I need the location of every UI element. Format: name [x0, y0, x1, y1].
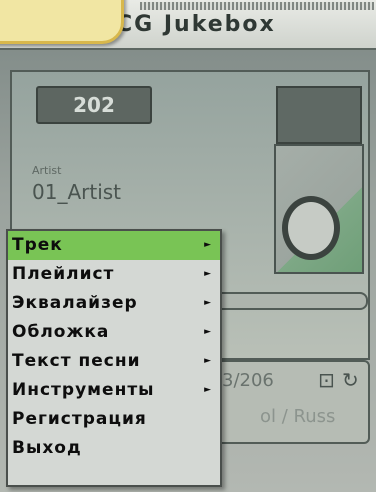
volume-knob[interactable] — [282, 196, 340, 260]
visualizer-display — [276, 86, 362, 144]
track-counter-display: 202 — [36, 86, 152, 124]
menu-item-tools[interactable]: Инструменты ► — [8, 376, 220, 405]
title-bar-texture — [140, 2, 374, 10]
menu-item-label: Эквалайзер — [12, 293, 138, 313]
menu-item-label: Текст песни — [12, 351, 141, 371]
menu-item-label: Трек — [12, 235, 63, 255]
submenu-arrow-icon: ► — [204, 298, 212, 308]
submenu-arrow-icon: ► — [204, 327, 212, 337]
corner-tab — [0, 0, 124, 44]
menu-item-label: Инструменты — [12, 380, 155, 400]
menu-item-label: Плейлист — [12, 264, 115, 284]
submenu-arrow-icon: ► — [204, 385, 212, 395]
submenu-arrow-icon: ► — [204, 356, 212, 366]
artist-label: Artist — [32, 164, 62, 177]
menu-item-cover[interactable]: Обложка ► — [8, 318, 220, 347]
menu-item-registration[interactable]: Регистрация — [8, 405, 220, 434]
menu-item-label: Регистрация — [12, 409, 147, 429]
menu-item-track[interactable]: Трек ► — [8, 231, 220, 260]
app-window: CG Jukebox 202 Artist 01_Artist 3/206 ⊡ … — [0, 0, 376, 492]
menu-item-label: Обложка — [12, 322, 110, 342]
shuffle-icon[interactable]: ⊡ — [318, 368, 335, 392]
repeat-icon[interactable]: ↻ — [342, 368, 359, 392]
track-title: ol / Russ — [260, 406, 336, 427]
submenu-arrow-icon: ► — [204, 240, 212, 250]
menu-item-label: Выход — [12, 438, 82, 458]
menu-item-lyrics[interactable]: Текст песни ► — [8, 347, 220, 376]
artist-name: 01_Artist — [32, 180, 122, 204]
menu-item-exit[interactable]: Выход — [8, 434, 220, 463]
menu-item-equalizer[interactable]: Эквалайзер ► — [8, 289, 220, 318]
menu-item-playlist[interactable]: Плейлист ► — [8, 260, 220, 289]
submenu-arrow-icon: ► — [204, 269, 212, 279]
window-title: CG Jukebox — [116, 12, 276, 37]
track-number: 3/206 — [222, 370, 274, 391]
context-menu: Трек ► Плейлист ► Эквалайзер ► Обложка ►… — [6, 229, 222, 487]
volume-control[interactable] — [274, 144, 364, 274]
